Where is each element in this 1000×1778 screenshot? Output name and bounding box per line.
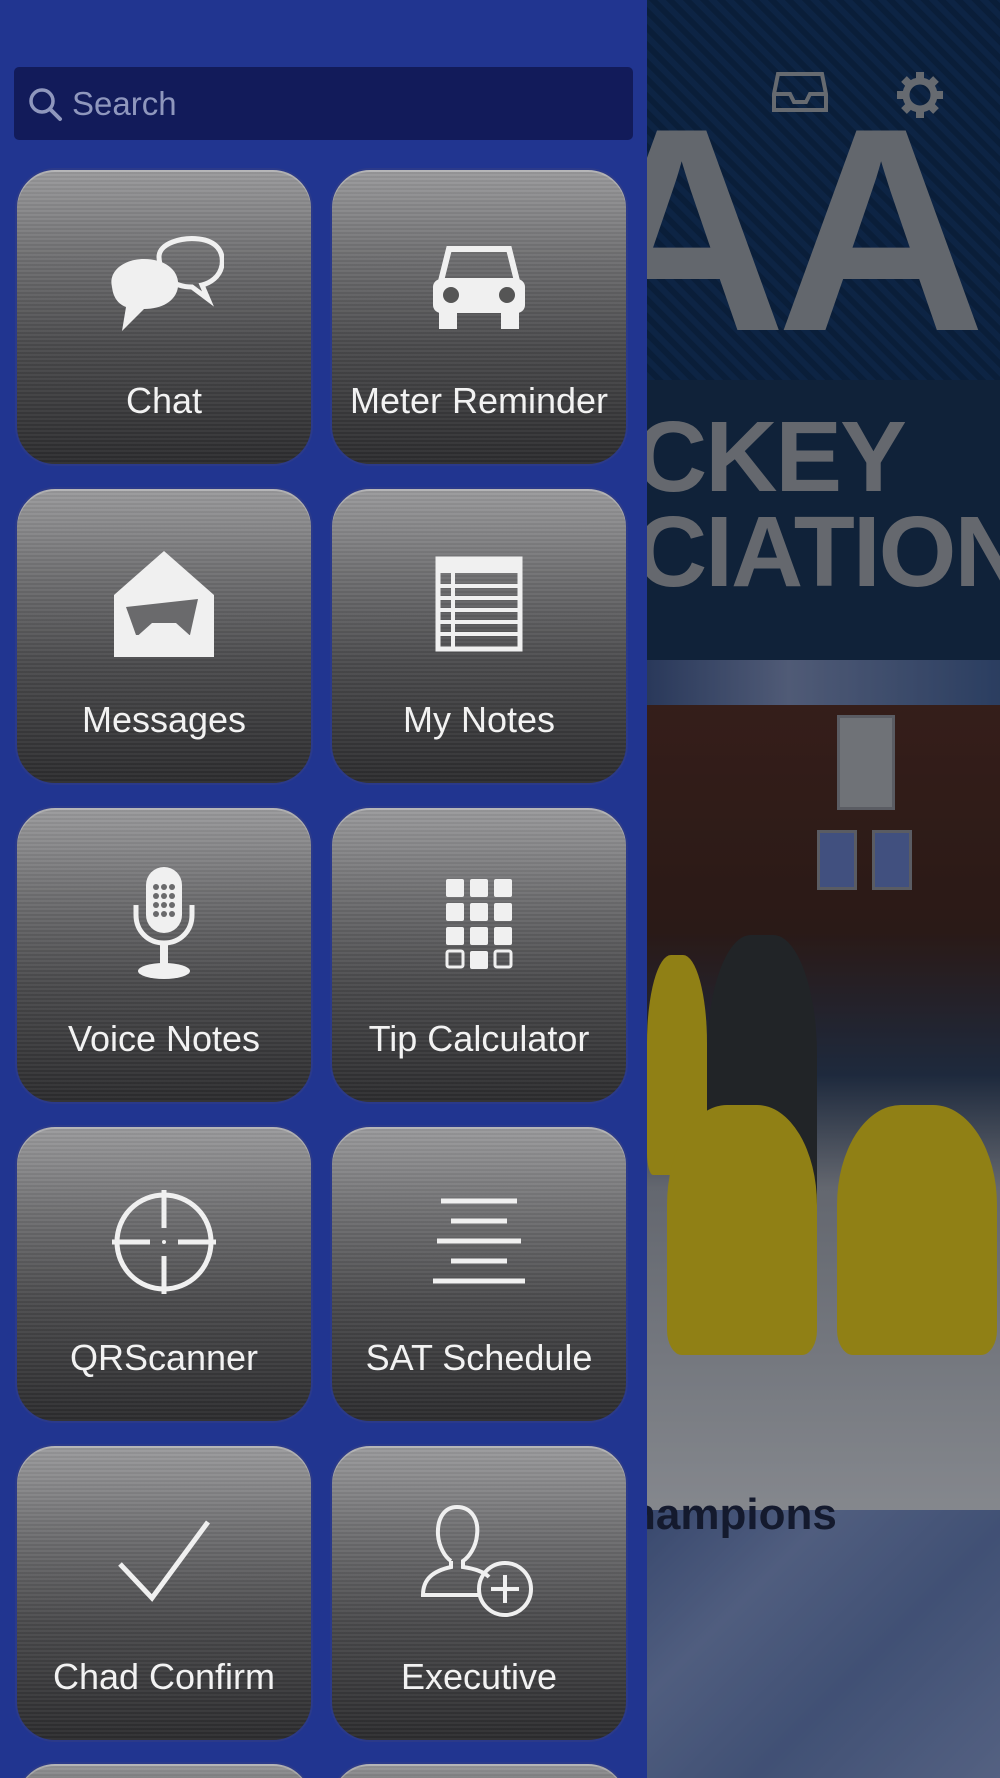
tile-tip-calculator[interactable]: Tip Calculator — [330, 806, 628, 1104]
tile-sat-schedule[interactable]: SAT Schedule — [330, 1125, 628, 1423]
tile-label: Voice Notes — [67, 1018, 261, 1059]
tile-partial[interactable] — [15, 1762, 313, 1778]
chat-bubbles-icon — [17, 225, 311, 345]
tile-voice-notes[interactable]: Voice Notes — [15, 806, 313, 1104]
keypad-icon — [332, 863, 626, 983]
dim-overlay — [647, 0, 1000, 1778]
app-screen: AA CKEY CIATION hampions Search Chat Met… — [0, 0, 1000, 1778]
tile-executive[interactable]: Executive — [330, 1444, 628, 1742]
tile-messages[interactable]: Messages — [15, 487, 313, 785]
tile-my-notes[interactable]: My Notes — [330, 487, 628, 785]
search-input[interactable] — [72, 84, 612, 123]
tile-qrscanner[interactable]: QRScanner — [15, 1125, 313, 1423]
envelope-open-icon — [17, 544, 311, 664]
tile-label: Meter Reminder — [349, 380, 609, 421]
search-bar[interactable] — [14, 67, 633, 140]
tile-label: QRScanner — [69, 1337, 259, 1378]
tile-meter-reminder[interactable]: Meter Reminder — [330, 168, 628, 466]
tile-chad-confirm[interactable]: Chad Confirm — [15, 1444, 313, 1742]
tile-label: Tip Calculator — [368, 1018, 590, 1059]
tile-partial[interactable] — [330, 1762, 628, 1778]
checkmark-icon — [17, 1501, 311, 1621]
tile-chat[interactable]: Chat — [15, 168, 313, 466]
tile-label: SAT Schedule — [365, 1337, 593, 1378]
add-user-icon — [332, 1501, 626, 1621]
tile-label: Chad Confirm — [52, 1656, 276, 1697]
car-icon — [332, 225, 626, 345]
tile-label: My Notes — [402, 699, 556, 740]
search-icon — [26, 84, 66, 124]
tile-label: Executive — [400, 1656, 558, 1697]
crosshair-icon — [17, 1182, 311, 1302]
tile-label: Messages — [81, 699, 247, 740]
side-drawer: Chat Meter Reminder Messages My Notes — [0, 0, 647, 1778]
tile-label: Chat — [125, 380, 203, 421]
align-center-icon — [332, 1182, 626, 1302]
notes-list-icon — [332, 544, 626, 664]
microphone-icon — [17, 863, 311, 983]
background-home-screen[interactable]: AA CKEY CIATION hampions — [647, 0, 1000, 1778]
